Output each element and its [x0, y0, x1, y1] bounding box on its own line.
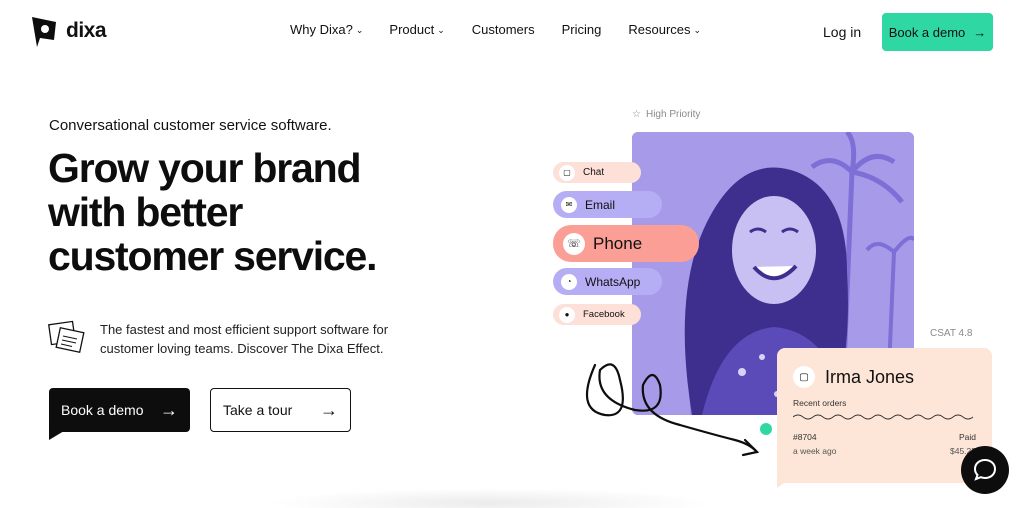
- channel-facebook[interactable]: ● Facebook: [553, 304, 641, 325]
- arrow-right-icon: →: [160, 399, 178, 420]
- nav-pricing-label: Pricing: [561, 22, 602, 37]
- wavy-divider: [792, 414, 974, 420]
- dixa-logo-icon: [32, 17, 56, 47]
- nav-why-dixa[interactable]: Why Dixa? ⌄: [290, 22, 363, 37]
- envelope-icon: ✉: [561, 196, 577, 213]
- document-stack-icon: [48, 320, 85, 354]
- take-tour-label: Take a tour: [223, 402, 293, 418]
- hero-feature: The fastest and most efficient support s…: [48, 320, 400, 358]
- nav-resources-label: Resources: [628, 22, 691, 37]
- customer-card-header: ▢ Irma Jones: [793, 366, 976, 388]
- channel-email[interactable]: ✉ Email: [553, 191, 662, 218]
- nav-resources[interactable]: Resources ⌄: [628, 22, 701, 37]
- star-icon: ☆: [632, 109, 641, 120]
- channel-chat-label: Chat: [583, 167, 605, 178]
- customer-name: Irma Jones: [825, 366, 915, 387]
- headline-line-3: customer service.: [48, 233, 378, 279]
- chevron-down-icon: ⌄: [437, 25, 445, 35]
- hero-headline: Grow your brand with better customer ser…: [48, 146, 428, 278]
- headline-line-2: with better: [48, 189, 243, 235]
- nav-why-dixa-label: Why Dixa?: [290, 22, 353, 37]
- chat-icon: [973, 458, 997, 481]
- chat-bubble-icon: ▢: [559, 164, 575, 181]
- hero-eyebrow: Conversational customer service software…: [49, 117, 332, 134]
- nav-product-label: Product: [389, 22, 435, 37]
- book-demo-button[interactable]: Book a demo →: [49, 388, 190, 432]
- squiggle-arrow-decoration: [585, 363, 760, 457]
- top-navigation: dixa Why Dixa? ⌄ Product ⌄ Customers Pri…: [0, 0, 1024, 64]
- high-priority-label: High Priority: [645, 109, 701, 120]
- channel-phone[interactable]: ☏ Phone: [553, 225, 699, 262]
- book-demo-nav-button[interactable]: Book a demo →: [882, 13, 993, 51]
- main-menu: Why Dixa? ⌄ Product ⌄ Customers Pricing …: [290, 22, 701, 37]
- nav-product[interactable]: Product ⌄: [389, 22, 444, 37]
- dixa-logo[interactable]: dixa: [28, 14, 107, 48]
- channel-facebook-label: Facebook: [583, 309, 625, 320]
- whatsapp-icon: ◔: [561, 273, 577, 290]
- nav-pricing[interactable]: Pricing: [562, 22, 602, 37]
- chat-bubble-icon: ▢: [793, 366, 815, 388]
- book-demo-label: Book a demo: [61, 402, 144, 418]
- headline-line-1: Grow your brand: [48, 145, 362, 191]
- channel-email-label: Email: [585, 197, 616, 212]
- channel-whatsapp[interactable]: ◔ WhatsApp: [553, 268, 662, 295]
- facebook-icon: ●: [559, 306, 575, 323]
- phone-icon: ☏: [563, 232, 585, 255]
- hero-feature-text: The fastest and most efficient support s…: [100, 322, 389, 356]
- order-id: #8704: [793, 432, 817, 442]
- nav-customers-label: Customers: [471, 22, 535, 37]
- recent-orders-heading: Recent orders: [793, 398, 847, 408]
- customer-card: ▢ Irma Jones Recent orders #8704 Paid a …: [777, 348, 992, 483]
- login-link[interactable]: Log in: [823, 24, 861, 40]
- take-tour-button[interactable]: Take a tour →: [210, 388, 351, 432]
- card-tail-decoration: [777, 478, 791, 488]
- channel-chat[interactable]: ▢ Chat: [553, 162, 641, 183]
- bottom-shadow-decoration: [265, 488, 715, 508]
- order-row[interactable]: #8704 Paid: [793, 432, 976, 442]
- arrow-right-icon: →: [320, 399, 338, 420]
- channel-phone-label: Phone: [593, 233, 643, 253]
- csat-score: CSAT 4.8: [930, 328, 973, 339]
- order-status: Paid: [958, 432, 976, 442]
- live-chat-button[interactable]: [961, 446, 1009, 494]
- order-time: a week ago: [793, 446, 837, 456]
- logo-wordmark: dixa: [66, 19, 107, 42]
- online-status-dot: [760, 423, 772, 435]
- arrow-right-icon: →: [973, 24, 987, 40]
- chevron-down-icon: ⌄: [355, 25, 364, 35]
- order-row-details: a week ago $45.25: [793, 446, 976, 456]
- book-demo-nav-label: Book a demo: [888, 24, 966, 40]
- chevron-down-icon: ⌄: [693, 25, 702, 35]
- nav-customers[interactable]: Customers: [472, 22, 535, 37]
- high-priority-tag: ☆ High Priority: [632, 109, 700, 120]
- channel-whatsapp-label: WhatsApp: [585, 274, 641, 289]
